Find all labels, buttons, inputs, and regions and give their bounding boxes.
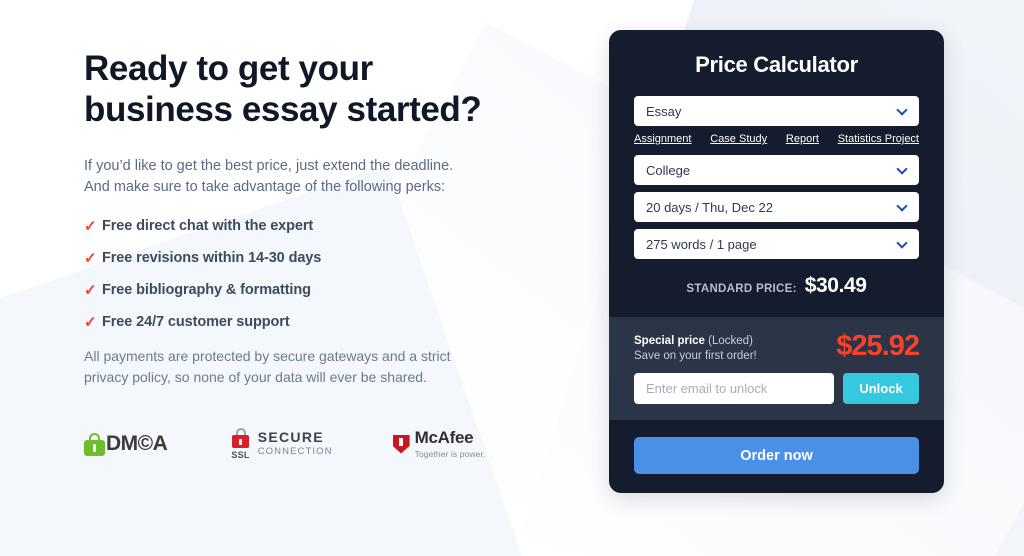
length-select[interactable]: 275 words / 1 page [634, 229, 919, 259]
ssl-line-2: CONNECTION [257, 446, 333, 457]
calculator-bottom-section: Order now [609, 420, 944, 493]
trust-badges: DM©A SSL SECURE CONNECTION McAfee Togeth… [84, 428, 554, 460]
padlock-icon [232, 428, 250, 448]
ssl-text-group: SECURE CONNECTION [258, 430, 333, 458]
chevron-down-icon [896, 163, 908, 175]
unlock-button[interactable]: Unlock [843, 373, 919, 404]
special-price-title-locked: (Locked) [704, 335, 753, 347]
check-icon: ✓ [84, 249, 97, 267]
special-price-row: Special price (Locked) Save on your firs… [634, 330, 920, 362]
length-value: 275 words / 1 page [646, 236, 757, 252]
badge-mcafee: McAfee Together is power. [392, 427, 486, 460]
subtitle-line-1: If you’d like to get the best price, jus… [84, 158, 454, 174]
list-item: ✓ Free bibliography & formatting [84, 282, 564, 298]
tab-case-study[interactable]: Case Study [710, 133, 767, 145]
ssl-lock-group: SSL [231, 428, 249, 460]
privacy-note: All payments are protected by secure gat… [84, 346, 564, 388]
hero-subtitle: If you’d like to get the best price, jus… [84, 156, 564, 198]
academic-level-select[interactable]: College [634, 155, 919, 185]
ssl-abbr-label: SSL [231, 450, 250, 460]
special-price-title-strong: Special price [634, 335, 705, 347]
subtitle-line-2: And make sure to take advantage of the f… [84, 179, 446, 195]
perk-label: Free revisions within 14-30 days [102, 250, 322, 266]
price-calculator-panel: Price Calculator Essay Assignment Case S… [609, 30, 944, 493]
page-title: Ready to get your business essay started… [84, 48, 564, 130]
standard-price-label: STANDARD PRICE: [686, 283, 797, 295]
perk-label: Free direct chat with the expert [102, 218, 314, 234]
privacy-note-line-2: privacy policy, so none of your data wil… [84, 369, 427, 385]
special-price-subtitle: Save on your first order! [634, 350, 757, 362]
badge-ssl: SSL SECURE CONNECTION [231, 428, 332, 460]
deadline-value: 20 days / Thu, Dec 22 [646, 199, 773, 215]
shield-icon [392, 434, 410, 454]
tab-statistics-project[interactable]: Statistics Project [838, 133, 919, 145]
email-field[interactable] [634, 373, 834, 404]
check-icon: ✓ [84, 217, 97, 235]
perk-label: Free 24/7 customer support [102, 314, 290, 330]
mcafee-name-label: McAfee [414, 427, 474, 447]
privacy-note-line-1: All payments are protected by secure gat… [84, 348, 451, 364]
deadline-select[interactable]: 20 days / Thu, Dec 22 [634, 192, 919, 222]
page-root: Ready to get your business essay started… [0, 0, 1024, 556]
paper-type-select[interactable]: Essay [634, 96, 919, 126]
special-price-text-group: Special price (Locked) Save on your firs… [634, 331, 757, 362]
headline-line-1: Ready to get your [84, 49, 373, 88]
special-price-title: Special price (Locked) [634, 331, 757, 349]
calculator-top-section: Price Calculator Essay Assignment Case S… [609, 30, 944, 317]
ssl-line-1: SECURE [257, 429, 324, 445]
paper-type-value: Essay [646, 103, 682, 119]
academic-level-value: College [646, 162, 691, 178]
order-now-button[interactable]: Order now [634, 437, 919, 474]
check-icon: ✓ [84, 281, 97, 299]
perks-list: ✓ Free direct chat with the expert ✓ Fre… [84, 218, 564, 330]
check-icon: ✓ [84, 313, 97, 331]
chevron-down-icon [896, 104, 908, 116]
tab-assignment[interactable]: Assignment [634, 133, 691, 145]
paper-type-quick-links: Assignment Case Study Report Statistics … [634, 133, 919, 145]
unlock-form: Unlock [634, 373, 919, 404]
chevron-down-icon [896, 237, 908, 249]
special-price-section: Special price (Locked) Save on your firs… [609, 317, 944, 420]
padlock-icon [84, 432, 105, 456]
standard-price-value: $30.49 [804, 274, 867, 297]
hero-content: Ready to get your business essay started… [84, 48, 564, 388]
headline-line-2: business essay started? [84, 90, 482, 129]
list-item: ✓ Free revisions within 14-30 days [84, 250, 564, 266]
list-item: ✓ Free direct chat with the expert [84, 218, 564, 234]
badge-dmca: DM©A [84, 432, 168, 456]
special-price-amount: $25.92 [836, 330, 920, 362]
list-item: ✓ Free 24/7 customer support [84, 314, 564, 330]
calculator-title: Price Calculator [695, 52, 858, 77]
chevron-down-icon [896, 200, 908, 212]
badge-dmca-label: DM©A [106, 432, 168, 455]
mcafee-text-group: McAfee Together is power. [414, 427, 486, 460]
perk-label: Free bibliography & formatting [102, 282, 311, 298]
standard-price-row: STANDARD PRICE: $30.49 [634, 274, 919, 298]
mcafee-tagline: Together is power. [414, 448, 486, 459]
tab-report[interactable]: Report [786, 133, 819, 145]
